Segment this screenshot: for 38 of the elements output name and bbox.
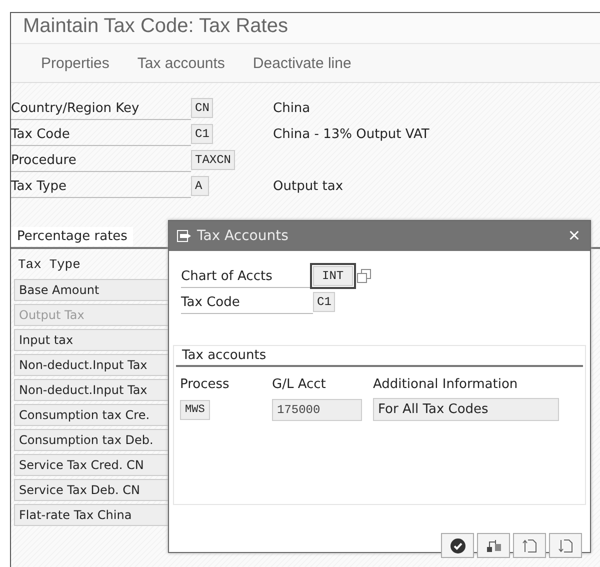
window-icon <box>177 230 191 242</box>
group-title: Tax accounts <box>176 346 583 367</box>
window-title: Maintain Tax Code: Tax Rates <box>11 13 600 44</box>
section-title: Percentage rates <box>11 227 134 246</box>
field-label: Procedure <box>11 148 191 172</box>
field-description: China - 13% Output VAT <box>273 126 430 142</box>
column-header: Tax Type <box>17 256 82 274</box>
field-label: Tax Type <box>11 174 191 198</box>
hierarchy-icon <box>486 538 502 554</box>
field-description: China <box>273 100 310 116</box>
table-cell: For All Tax Codes <box>373 398 559 421</box>
column-header: G/L Acct <box>272 377 327 392</box>
toolbar-button[interactable]: Deactivate line <box>238 54 366 72</box>
table-cell: MWS <box>180 400 210 420</box>
column-header: Process <box>180 377 230 392</box>
toolbar-button[interactable]: Tax accounts <box>123 54 239 72</box>
input-field[interactable]: INT <box>313 266 353 286</box>
close-button[interactable]: × <box>566 226 582 246</box>
dialog-title: Tax Accounts <box>197 228 290 244</box>
hierarchy-button[interactable] <box>477 533 510 558</box>
field-label: Country/Region Key <box>11 96 191 120</box>
toolbar-button[interactable]: Properties <box>27 54 124 72</box>
value-help-icon[interactable] <box>356 269 371 283</box>
field-description: Output tax <box>273 178 344 194</box>
page-down-icon <box>558 538 574 554</box>
field-label: Tax Code <box>11 122 191 146</box>
check-icon <box>450 538 466 554</box>
input-field[interactable]: C1 <box>191 124 214 144</box>
confirm-button[interactable] <box>441 533 474 558</box>
input-field[interactable]: A <box>191 176 209 196</box>
input-field[interactable]: TAXCN <box>191 150 236 170</box>
page-up-button[interactable] <box>513 533 546 558</box>
table-cell: 175000 <box>272 398 362 420</box>
column-header: Additional Information <box>373 377 519 392</box>
input-field[interactable]: CN <box>191 98 214 118</box>
page-down-button[interactable] <box>549 533 582 558</box>
page-up-icon <box>522 538 538 554</box>
input-field[interactable]: C1 <box>313 292 336 312</box>
